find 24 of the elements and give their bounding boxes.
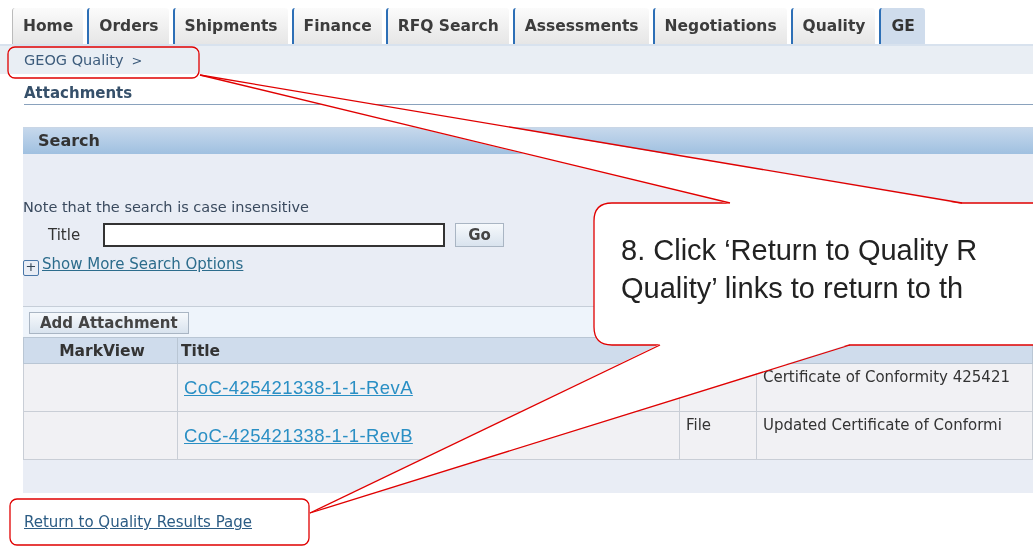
nav-tab[interactable]: Assessments — [512, 8, 649, 44]
table-cell: File — [686, 416, 712, 434]
column-header: MarkView — [23, 337, 178, 364]
callout-text: 8. Click ‘Return to Quality R Quality’ links to return to th — [621, 233, 978, 306]
add-attachment-button[interactable]: Add Attachment — [29, 312, 189, 334]
breadcrumb-link[interactable]: GEOG Quality — [24, 52, 124, 68]
expand-toggle[interactable]: + — [23, 260, 39, 276]
nav-tab[interactable]: Orders — [87, 8, 169, 44]
nav-tab[interactable]: Shipments — [172, 8, 288, 44]
return-link[interactable]: Return to Quality Results Page — [24, 513, 252, 531]
title-search-field[interactable] — [103, 223, 446, 247]
nav-tab[interactable]: GE — [879, 8, 925, 44]
table-cell: Updated Certificate of Conformi — [763, 416, 1002, 434]
field-label: Title — [48, 226, 81, 244]
breadcrumb-separator: > — [131, 52, 143, 68]
search-note: Note that the search is case insensitive — [23, 199, 310, 215]
nav-tab[interactable]: Finance — [291, 8, 382, 44]
table-cell: Certificate of Conformity 425421 — [763, 368, 1010, 386]
nav-tab[interactable]: Negotiations — [652, 8, 787, 44]
show-more-link[interactable]: Show More Search Options — [42, 255, 244, 273]
go-button[interactable]: Go — [455, 223, 504, 247]
nav-tab[interactable]: Quality — [790, 8, 876, 44]
nav-tab[interactable]: Home — [12, 8, 84, 44]
nav-tab[interactable]: RFQ Search — [385, 8, 509, 44]
